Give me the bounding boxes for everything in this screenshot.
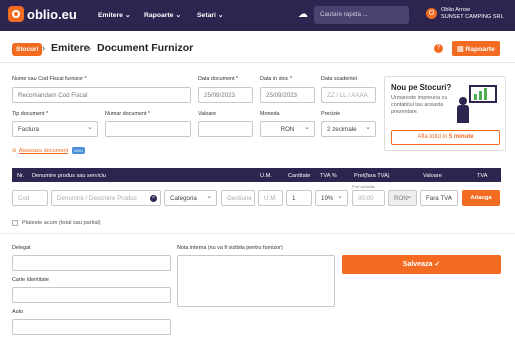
- user-name: Oblio Arrow: [441, 7, 470, 13]
- user-menu[interactable]: Oblio Arrow SUNSET CAMPING SRL: [441, 7, 504, 21]
- code-input[interactable]: Cod: [12, 190, 48, 206]
- top-navbar: oblio.eu Emitere ⌄ Rapoarte ⌄ Setari ⌄ ☁…: [0, 0, 515, 31]
- car-input[interactable]: [12, 319, 171, 335]
- company-name: SUNSET CAMPING SRL: [441, 14, 504, 20]
- due-date-field[interactable]: ZZ / LL / AAAA: [321, 87, 376, 103]
- doc-date-label: Data document *: [198, 76, 239, 82]
- delegate-label: Delegat: [12, 245, 31, 251]
- doc-number-input[interactable]: [105, 121, 191, 137]
- divider: [0, 233, 515, 234]
- um-input[interactable]: U.M.: [258, 190, 283, 206]
- new-badge: NOU: [72, 147, 86, 154]
- learn-more-button[interactable]: Afla totul in 5 minute: [391, 130, 500, 145]
- due-date-label: Data scadentei: [321, 76, 357, 82]
- internal-note-textarea[interactable]: [177, 255, 335, 307]
- car-label: Auto: [12, 309, 24, 315]
- precision-select[interactable]: 2 zecimale: [321, 121, 376, 137]
- id-card-label: Carte Identitate: [12, 277, 49, 283]
- col-price: Pret(fara TVA): [354, 173, 390, 179]
- doc-type-select[interactable]: Factura: [12, 121, 98, 137]
- value-label: Valoare: [198, 111, 217, 117]
- value-input[interactable]: [198, 121, 253, 137]
- currency-label: Moneda: [260, 111, 280, 117]
- col-vat: TVA: [477, 173, 488, 179]
- logo[interactable]: oblio.eu: [8, 6, 77, 22]
- quantity-input[interactable]: 1: [286, 190, 312, 206]
- doc-date-field[interactable]: 25/09/2023: [198, 87, 253, 103]
- col-name: Denumire produs sau serviciu: [32, 173, 106, 179]
- paid-label: Plateste acum (total sau partial): [22, 220, 101, 226]
- check-icon: ✓: [434, 261, 441, 268]
- breadcrumb-stocuri[interactable]: Stocuri: [12, 43, 43, 56]
- col-quantity: Cantitate: [288, 173, 311, 179]
- vat-mode-select[interactable]: Fara TVA: [420, 190, 458, 206]
- presentation-illustration: [455, 83, 501, 125]
- avatar[interactable]: O: [426, 8, 437, 19]
- save-button[interactable]: Salveaza ✓: [342, 255, 501, 274]
- vat-select[interactable]: 19%: [315, 190, 348, 206]
- chevron-right-icon: ›: [42, 43, 45, 53]
- menu-rapoarte[interactable]: Rapoarte ⌄: [144, 11, 181, 19]
- delegate-input[interactable]: [12, 255, 171, 271]
- row-currency-select[interactable]: RON: [388, 190, 417, 206]
- promo-card: Nou pe Stocuri? Urmareste impreuna cu co…: [384, 76, 506, 151]
- reports-button[interactable]: ▤ Rapoarte: [452, 41, 500, 56]
- logo-text: oblio.eu: [27, 6, 77, 22]
- breadcrumb-emitere[interactable]: Emitere: [51, 42, 90, 54]
- col-nr: Nr.: [17, 173, 25, 179]
- doc-number-label: Numar document *: [105, 111, 150, 117]
- supplier-label: Nume sau Cod Fiscal furnizor *: [12, 76, 87, 82]
- stock-date-label: Data in stoc *: [260, 76, 293, 82]
- col-um: U.M.: [260, 173, 272, 179]
- price-input[interactable]: 00.00: [352, 190, 385, 206]
- page-title: Document Furnizor: [97, 42, 194, 54]
- id-card-input[interactable]: [12, 287, 171, 303]
- cloud-icon[interactable]: ☁: [298, 9, 308, 20]
- promo-title: Nou pe Stocuri?: [391, 83, 452, 92]
- menu-setari[interactable]: Setari ⌄: [197, 11, 223, 19]
- currency-select[interactable]: RON: [260, 121, 315, 137]
- note-label: Nota interna (nu va fi vizibila pentru f…: [177, 245, 283, 251]
- price-note: Pret achizitie: [352, 184, 375, 189]
- add-button[interactable]: Adauga: [462, 190, 500, 206]
- col-value: Valoare: [423, 173, 442, 179]
- paid-checkbox[interactable]: [12, 220, 18, 226]
- search-input[interactable]: Cautare rapida ...: [314, 6, 409, 24]
- divider: [0, 62, 515, 63]
- promo-text: Urmareste impreuna cu contabilul tau ace…: [391, 95, 448, 115]
- logo-icon: [8, 6, 24, 22]
- chevron-right-icon: ›: [88, 43, 91, 53]
- doc-type-label: Tip document *: [12, 111, 49, 117]
- product-name-input[interactable]: Denumire / Descriere Produs ×: [51, 190, 161, 206]
- paperclip-icon: ⊘: [12, 147, 17, 154]
- menu-emitere[interactable]: Emitere ⌄: [98, 11, 131, 19]
- attach-document-link[interactable]: ⊘ Ataseaza document NOU: [12, 147, 86, 154]
- category-select[interactable]: Categoria: [164, 190, 217, 206]
- precision-label: Precizie: [321, 111, 341, 117]
- col-vat-pct: TVA %: [320, 173, 337, 179]
- stock-date-field[interactable]: 25/09/2023: [260, 87, 315, 103]
- help-icon[interactable]: ?: [434, 44, 443, 53]
- warehouse-input[interactable]: Gestiune: [221, 190, 255, 206]
- clear-icon[interactable]: ×: [150, 195, 157, 202]
- supplier-input[interactable]: Recomandam Cod Fiscal: [12, 87, 191, 103]
